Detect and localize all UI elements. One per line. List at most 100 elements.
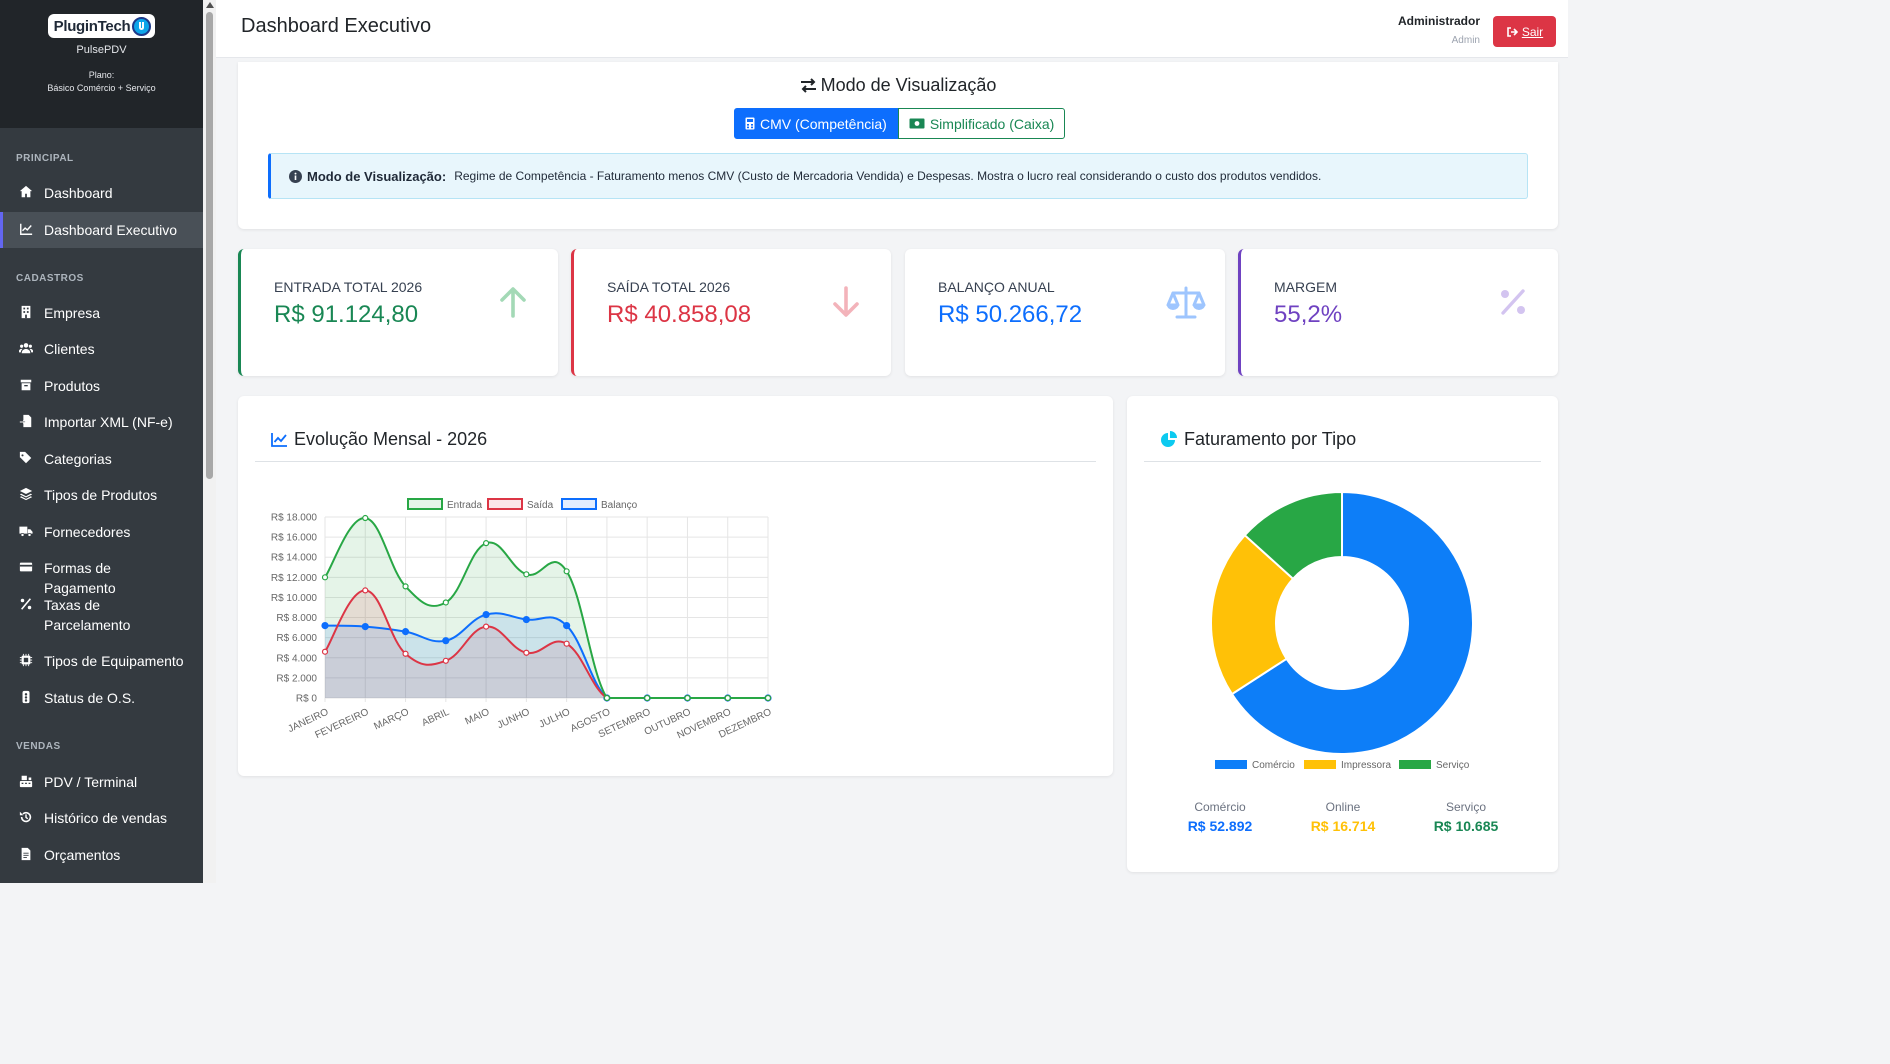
sidebar-item-tipos-de-produtos[interactable]: Tipos de Produtos	[0, 485, 203, 505]
legend-label: Entrada	[447, 500, 482, 511]
sidebar-item-label: Formas de Pagamento	[44, 560, 116, 596]
sidebar-item-dashboard-executivo[interactable]: Dashboard Executivo	[0, 212, 203, 248]
logout-label: Sair	[1521, 24, 1544, 39]
legend-swatch-saída	[487, 498, 523, 510]
sidebar-item-label: Tipos de Produtos	[44, 487, 158, 503]
stat-value: 55,2%	[1274, 301, 1343, 328]
data-point-saída	[321, 648, 329, 655]
logo-plug-icon	[132, 16, 152, 36]
sidebar-item-importar-xml-nf-e-[interactable]: Importar XML (NF-e)	[0, 412, 203, 432]
sidebar-item-empresa[interactable]: Empresa	[0, 303, 203, 323]
sidebar-item-categorias[interactable]: Categorias	[0, 449, 203, 469]
legend-label: Saída	[527, 500, 554, 511]
y-tick-label: R$ 18.000	[271, 513, 318, 524]
page-title: Dashboard Executivo	[241, 15, 432, 37]
stat-label: MARGEM	[1274, 279, 1337, 295]
data-point-saída	[563, 640, 570, 647]
document-icon	[18, 846, 34, 862]
sidebar-item-label: Categorias	[44, 451, 112, 467]
sidebar-item-clientes[interactable]: Clientes	[0, 339, 203, 359]
sidebar-section-title: CADASTROS	[16, 273, 84, 284]
divider	[1144, 461, 1541, 462]
chart-title: Evolução Mensal - 2026	[271, 429, 487, 450]
simplified-mode-label: Simplificado (Caixa)	[929, 115, 1055, 132]
sidebar-item-hist-rico-de-vendas[interactable]: Histórico de vendas	[0, 808, 203, 828]
view-mode-title: Modo de Visualização	[238, 75, 1558, 96]
data-point-entrada	[764, 694, 772, 702]
percent-icon	[1501, 289, 1525, 315]
data-point-balanço	[442, 637, 450, 645]
data-point-entrada	[684, 694, 691, 702]
info-text: Regime de Competência - Faturamento meno…	[454, 169, 1322, 183]
legend-swatch-balanço	[561, 498, 597, 510]
user-name: Administrador	[1397, 14, 1480, 28]
x-tick-label: JUNHO	[496, 707, 532, 732]
sidebar-item-status-de-o-s-[interactable]: Status de O.S.	[0, 688, 203, 708]
sidebar-item-or-amentos[interactable]: Orçamentos	[0, 845, 203, 865]
sidebar-item-pdv-terminal[interactable]: PDV / Terminal	[0, 772, 203, 792]
plan-name: Básico Comércio + Serviço	[47, 83, 156, 93]
arrow-up-icon	[500, 287, 526, 318]
view-mode-card: Modo de Visualização CMV (Competência) S…	[238, 62, 1558, 229]
truck-icon	[18, 523, 34, 539]
y-tick-label: R$ 4.000	[276, 653, 317, 664]
revenue-by-type-card: Faturamento por Tipo Comércio Impressora S…	[1127, 396, 1558, 872]
sidebar-item-label: Taxas de Parcelamento	[44, 597, 131, 633]
chart-line-icon	[18, 221, 34, 237]
y-tick-label: R$ 14.000	[271, 553, 318, 564]
info-circle-icon	[289, 169, 302, 183]
chart-pie-icon	[1161, 430, 1177, 447]
data-point-entrada	[482, 540, 490, 547]
balance-scale-icon	[1166, 286, 1206, 319]
total-value: R$ 52.892	[1187, 818, 1253, 834]
y-tick-label: R$ 0	[296, 694, 318, 705]
view-mode-info-alert: Modo de Visualização: Regime de Competên…	[268, 153, 1528, 199]
sidebar-item-taxas-de-parcelamento[interactable]: Taxas de Parcelamento	[0, 595, 203, 635]
sidebar-item-dashboard[interactable]: Dashboard	[0, 183, 203, 203]
info-label: Modo de Visualização:	[307, 168, 447, 184]
sidebar-item-formas-de-pagamento[interactable]: Formas de Pagamento	[0, 558, 203, 598]
microchip-icon	[18, 652, 34, 668]
stat-card-balanco: BALANÇO ANUAL R$ 50.266,72	[905, 249, 1225, 376]
y-tick-label: R$ 8.000	[276, 613, 317, 624]
plan-label: Plano:	[88, 70, 115, 80]
stat-value: R$ 50.266,72	[938, 301, 1083, 328]
data-point-balanço	[321, 622, 329, 630]
stat-card-entrada: ENTRADA TOTAL 2026 R$ 91.124,80	[238, 249, 558, 376]
simplified-mode-button[interactable]: Simplificado (Caixa)	[897, 108, 1066, 139]
scroll-up-arrow-icon[interactable]	[206, 2, 214, 8]
stat-value: R$ 91.124,80	[274, 301, 419, 328]
total-value: R$ 10.685	[1433, 818, 1499, 834]
total-value: R$ 16.714	[1310, 818, 1376, 834]
y-tick-label: R$ 6.000	[276, 633, 317, 644]
y-tick-label: R$ 16.000	[271, 533, 318, 544]
legend-label: Impressora	[1341, 760, 1391, 771]
logout-button[interactable]: Sair	[1493, 16, 1556, 47]
data-point-entrada	[402, 583, 409, 590]
data-point-entrada	[523, 571, 530, 578]
sidebar-section-title: VENDAS	[16, 741, 61, 752]
data-point-entrada	[442, 599, 449, 606]
stat-label: ENTRADA TOTAL 2026	[274, 279, 423, 295]
sidebar-item-fornecedores[interactable]: Fornecedores	[0, 522, 203, 542]
view-mode-toggle: CMV (Competência) Simplificado (Caixa)	[734, 108, 1066, 139]
total-comercio: Comércio R$ 52.892	[1160, 800, 1280, 834]
sidebar-item-label: Produtos	[44, 378, 101, 394]
box-icon	[18, 377, 34, 393]
scrollbar-thumb[interactable]	[206, 12, 213, 479]
status-icon	[18, 689, 34, 705]
sidebar-item-tipos-de-equipamento[interactable]: Tipos de Equipamento	[0, 651, 203, 671]
divider	[255, 461, 1096, 462]
x-tick-label: MAIO	[464, 707, 492, 728]
cmv-mode-button[interactable]: CMV (Competência)	[734, 108, 898, 139]
donut-chart[interactable]: Comércio Impressora Serviço	[1127, 486, 1558, 786]
brand-logo[interactable]: PluginTech	[47, 14, 156, 38]
sidebar-item-produtos[interactable]: Produtos	[0, 376, 203, 396]
sidebar-item-label: Status de O.S.	[44, 690, 136, 706]
sidebar-scrollbar[interactable]	[203, 0, 216, 883]
line-chart[interactable]: R$ 18.000 R$ 16.000 R$ 14.000 R$ 12.000 R$ 1…	[258, 486, 838, 776]
data-point-entrada	[321, 574, 329, 581]
stat-label: SAÍDA TOTAL 2026	[607, 279, 731, 295]
building-icon	[18, 304, 34, 320]
total-label: Serviço	[1445, 800, 1486, 814]
